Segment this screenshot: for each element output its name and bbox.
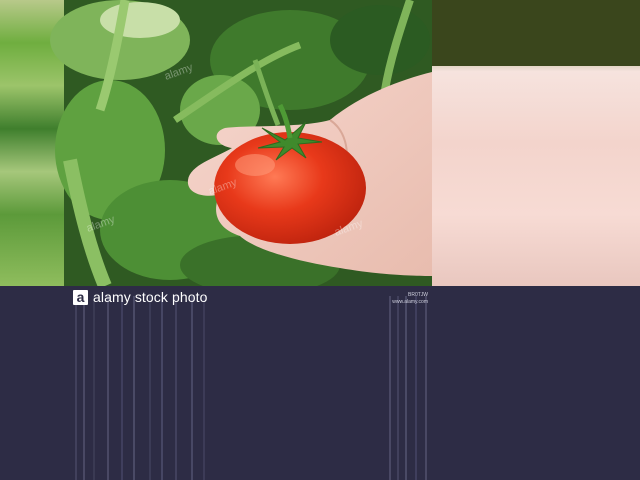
leaf bbox=[330, 5, 430, 75]
alamy-logo-text: alamy stock photo bbox=[93, 289, 208, 305]
footer-streaks bbox=[75, 296, 427, 480]
tomato-photo: alamy alamy alamy alamy bbox=[0, 0, 640, 286]
image-id: BR0TJW bbox=[408, 292, 428, 298]
photo-scene: alamy alamy alamy alamy bbox=[0, 0, 640, 286]
right-edge-dark-band bbox=[432, 0, 640, 66]
image-meta: BR0TJW www.alamy.com bbox=[392, 292, 428, 306]
site-url: www.alamy.com bbox=[392, 299, 428, 305]
watermark-footer: a alamy stock photo BR0TJW www.alamy.com bbox=[0, 286, 640, 480]
sky-gap bbox=[100, 2, 180, 38]
alamy-logo: a alamy stock photo bbox=[73, 289, 208, 305]
alamy-logo-icon: a bbox=[73, 289, 88, 305]
tomato-highlight bbox=[235, 154, 275, 176]
